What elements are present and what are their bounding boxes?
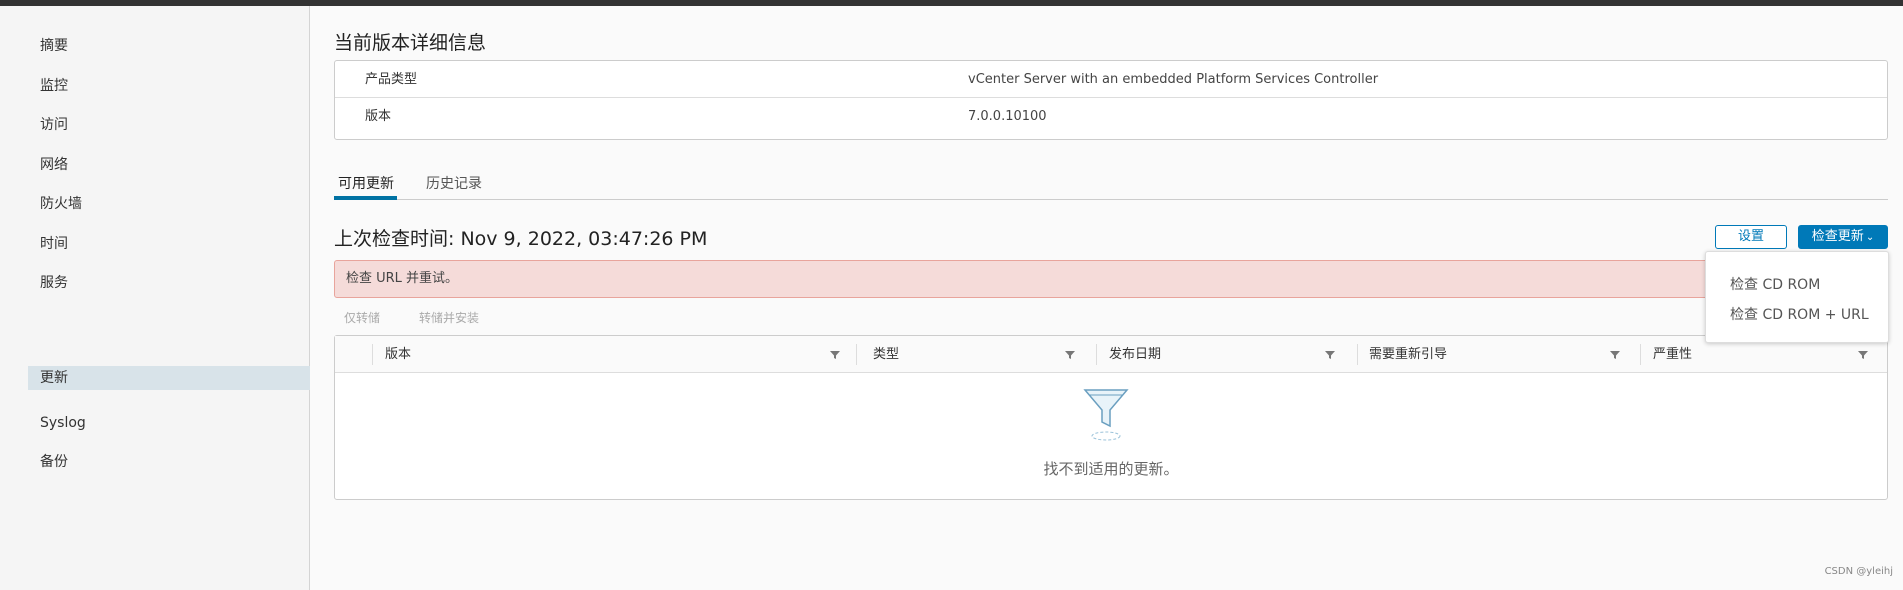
info-value: 7.0.0.10100: [968, 109, 1047, 124]
settings-button[interactable]: 设置: [1715, 225, 1787, 249]
filter-icon[interactable]: [1064, 349, 1076, 361]
info-row-version: 版本 7.0.0.10100: [335, 98, 1887, 135]
main-content: 当前版本详细信息 产品类型 vCenter Server with an emb…: [334, 6, 1889, 590]
sidebar-item-summary[interactable]: 摘要: [28, 34, 310, 58]
info-key: 版本: [365, 109, 392, 124]
sidebar-item-monitor[interactable]: 监控: [28, 74, 310, 98]
error-alert: 检查 URL 并重试。: [334, 260, 1888, 298]
sidebar: 摘要 监控 访问 网络 防火墙 时间 服务 更新 Syslog 备份: [0, 6, 310, 590]
info-value: vCenter Server with an embedded Platform…: [968, 72, 1379, 87]
filter-icon[interactable]: [1857, 349, 1869, 361]
info-key: 产品类型: [365, 72, 418, 87]
menu-item-check-cd-rom[interactable]: 检查 CD ROM: [1730, 274, 1820, 294]
column-header-release-date[interactable]: 发布日期: [1109, 336, 1161, 373]
sidebar-item-update[interactable]: 更新: [28, 366, 310, 390]
sidebar-item-backup[interactable]: 备份: [28, 450, 310, 474]
check-updates-button[interactable]: 检查更新 ⌄: [1798, 225, 1888, 249]
column-separator: [372, 344, 373, 365]
column-separator: [1640, 344, 1641, 365]
sidebar-item-time[interactable]: 时间: [28, 232, 310, 256]
sidebar-item-firewall[interactable]: 防火墙: [28, 192, 310, 216]
check-updates-label: 检查更新: [1811, 229, 1864, 244]
info-row-product-type: 产品类型 vCenter Server with an embedded Pla…: [335, 61, 1887, 98]
column-header-reboot-required[interactable]: 需要重新引导: [1369, 336, 1447, 373]
active-tab-indicator: [334, 196, 397, 200]
tab-history[interactable]: 历史记录: [426, 168, 482, 200]
stage-only-button[interactable]: 仅转储: [344, 309, 380, 326]
stage-install-button[interactable]: 转储并安装: [419, 309, 479, 326]
empty-filter-icon: [1083, 389, 1129, 441]
check-updates-dropdown: 检查 CD ROM 检查 CD ROM + URL: [1705, 251, 1889, 343]
column-header-type[interactable]: 类型: [873, 336, 899, 373]
version-details-title: 当前版本详细信息: [334, 32, 487, 54]
filter-icon[interactable]: [1324, 349, 1336, 361]
updates-grid: 版本 类型 发布日期 需要重新引导 严重性 找不到适用的更新。: [334, 335, 1888, 500]
column-separator: [856, 344, 857, 365]
sidebar-item-access[interactable]: 访问: [28, 113, 310, 137]
filter-icon[interactable]: [1609, 349, 1621, 361]
sidebar-item-services[interactable]: 服务: [28, 271, 310, 295]
column-separator: [1096, 344, 1097, 365]
sidebar-item-network[interactable]: 网络: [28, 153, 310, 177]
chevron-down-icon: ⌄: [1865, 232, 1875, 243]
grid-header: 版本 类型 发布日期 需要重新引导 严重性: [335, 336, 1887, 373]
empty-state-text: 找不到适用的更新。: [1043, 460, 1179, 478]
sidebar-item-syslog[interactable]: Syslog: [28, 411, 310, 435]
column-header-severity[interactable]: 严重性: [1653, 336, 1692, 373]
column-separator: [1357, 344, 1358, 365]
watermark: CSDN @yleihj: [1824, 566, 1893, 577]
filter-icon[interactable]: [829, 349, 841, 361]
column-header-version[interactable]: 版本: [385, 336, 411, 373]
version-details-table: 产品类型 vCenter Server with an embedded Pla…: [334, 60, 1888, 140]
last-check-time: 上次检查时间: Nov 9, 2022, 03:47:26 PM: [334, 228, 708, 250]
tab-bar: 可用更新 历史记录: [334, 168, 1888, 200]
menu-item-check-cd-rom-url[interactable]: 检查 CD ROM + URL: [1730, 304, 1869, 324]
